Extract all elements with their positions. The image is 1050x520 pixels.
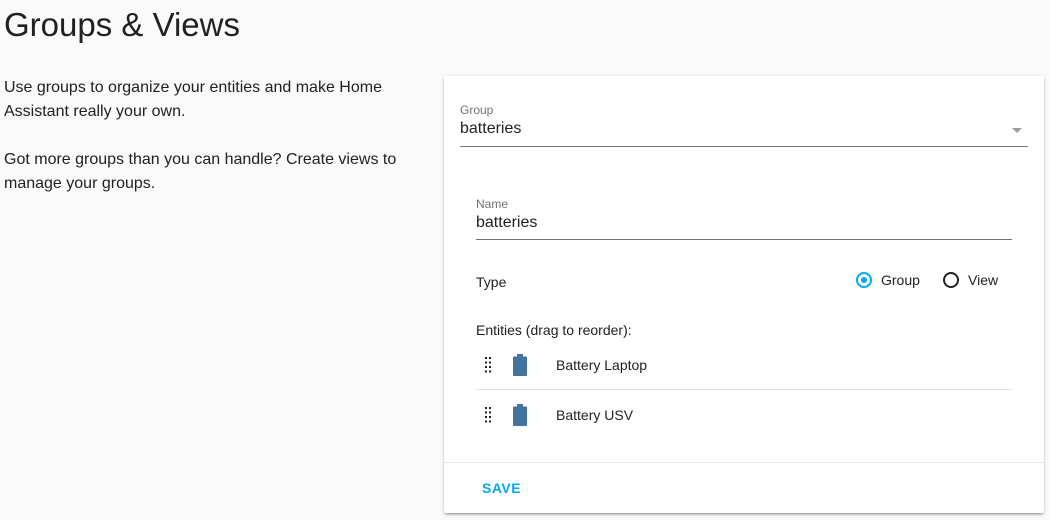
radio-unchecked-icon[interactable]: [943, 272, 959, 288]
battery-icon: [513, 403, 527, 426]
type-radio-group-label: Group: [881, 272, 920, 288]
type-label: Type: [476, 274, 507, 290]
group-dropdown[interactable]: Group batteries: [460, 102, 1028, 147]
group-editor-card: Group batteries Name Type Group View Ent…: [444, 76, 1044, 513]
intro-paragraph: Got more groups than you can handle? Cre…: [4, 151, 397, 192]
drag-handle-icon[interactable]: [484, 406, 492, 423]
type-radio-view-label: View: [968, 272, 999, 288]
entity-row[interactable]: Battery USV: [476, 389, 1012, 439]
intro-text: Use groups to organize your entities and…: [4, 76, 414, 220]
save-button[interactable]: SAVE: [474, 476, 529, 500]
entities-label: Entities (drag to reorder):: [476, 322, 632, 338]
battery-icon: [513, 353, 527, 376]
entity-list: Battery Laptop Battery USV: [476, 340, 1012, 439]
radio-checked-icon[interactable]: [856, 272, 872, 288]
drag-handle-icon[interactable]: [484, 356, 492, 373]
dropdown-arrow-icon[interactable]: [1012, 128, 1022, 133]
name-field-label: Name: [476, 197, 509, 211]
entity-name: Battery USV: [556, 406, 634, 423]
card-actions: SAVE: [444, 462, 1044, 514]
entity-name: Battery Laptop: [556, 356, 648, 373]
group-dropdown-label: Group: [460, 103, 494, 117]
entity-row[interactable]: Battery Laptop: [476, 340, 1012, 389]
type-radio-group[interactable]: Group: [856, 272, 920, 288]
group-dropdown-value: batteries: [460, 120, 522, 137]
name-field: Name: [476, 196, 1012, 240]
intro-paragraph: Use groups to organize your entities and…: [4, 79, 382, 120]
name-input[interactable]: [476, 212, 1012, 234]
type-radio-view[interactable]: View: [943, 272, 998, 288]
page-title: Groups & Views: [4, 6, 240, 43]
